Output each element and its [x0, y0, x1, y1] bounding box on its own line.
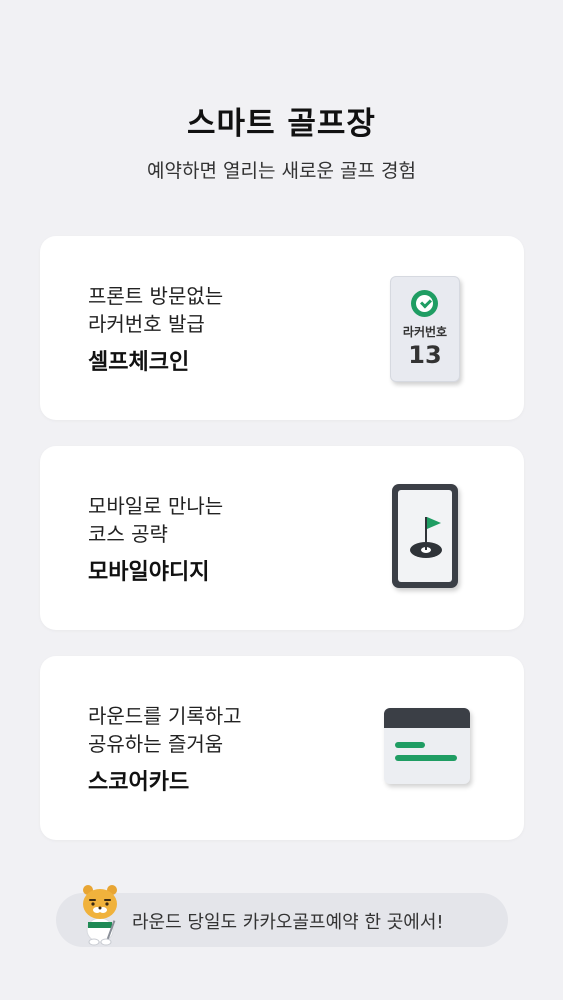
- footer-text: 라운드 당일도 카카오골프예약 한 곳에서!: [132, 912, 444, 933]
- page-subtitle: 예약하면 열리는 새로운 골프 경험: [147, 160, 416, 182]
- feature-name: 모바일야디지: [88, 560, 210, 585]
- feature-description-line1: 모바일로 만나는: [88, 494, 224, 518]
- feature-name: 셀프체크인: [88, 350, 190, 375]
- locker-label: 라커번호: [402, 325, 448, 339]
- locker-card-icon: 라커번호 13: [390, 276, 460, 382]
- feature-card-scorecard: 라운드를 기록하고 공유하는 즐거움 스코어카드: [40, 656, 524, 840]
- feature-description-line2: 라커번호 발급: [88, 312, 205, 336]
- phone-golf-flag-icon: [392, 484, 458, 588]
- feature-name: 스코어카드: [88, 770, 190, 795]
- scorecard-line: [395, 742, 425, 748]
- feature-description-line2: 공유하는 즐거움: [88, 732, 224, 756]
- scorecard-icon: [384, 708, 470, 784]
- feature-description-line2: 코스 공략: [88, 522, 168, 546]
- locker-number: 13: [408, 341, 442, 369]
- scorecard-line: [395, 755, 457, 761]
- feature-card-mobile-yardage: 모바일로 만나는 코스 공략 모바일야디지: [40, 446, 524, 630]
- feature-description-line1: 프론트 방문없는: [88, 284, 224, 308]
- feature-description-line1: 라운드를 기록하고: [88, 704, 242, 728]
- feature-card-self-checkin: 프론트 방문없는 라커번호 발급 셀프체크인 라커번호 13: [40, 236, 524, 420]
- ryan-golfer-mascot-icon: [83, 885, 117, 946]
- check-circle-icon: [411, 290, 438, 317]
- phone-screen: [398, 490, 452, 582]
- flag-icon: [427, 517, 441, 529]
- scorecard-header: [384, 708, 470, 728]
- page-title: 스마트 골프장: [187, 106, 376, 142]
